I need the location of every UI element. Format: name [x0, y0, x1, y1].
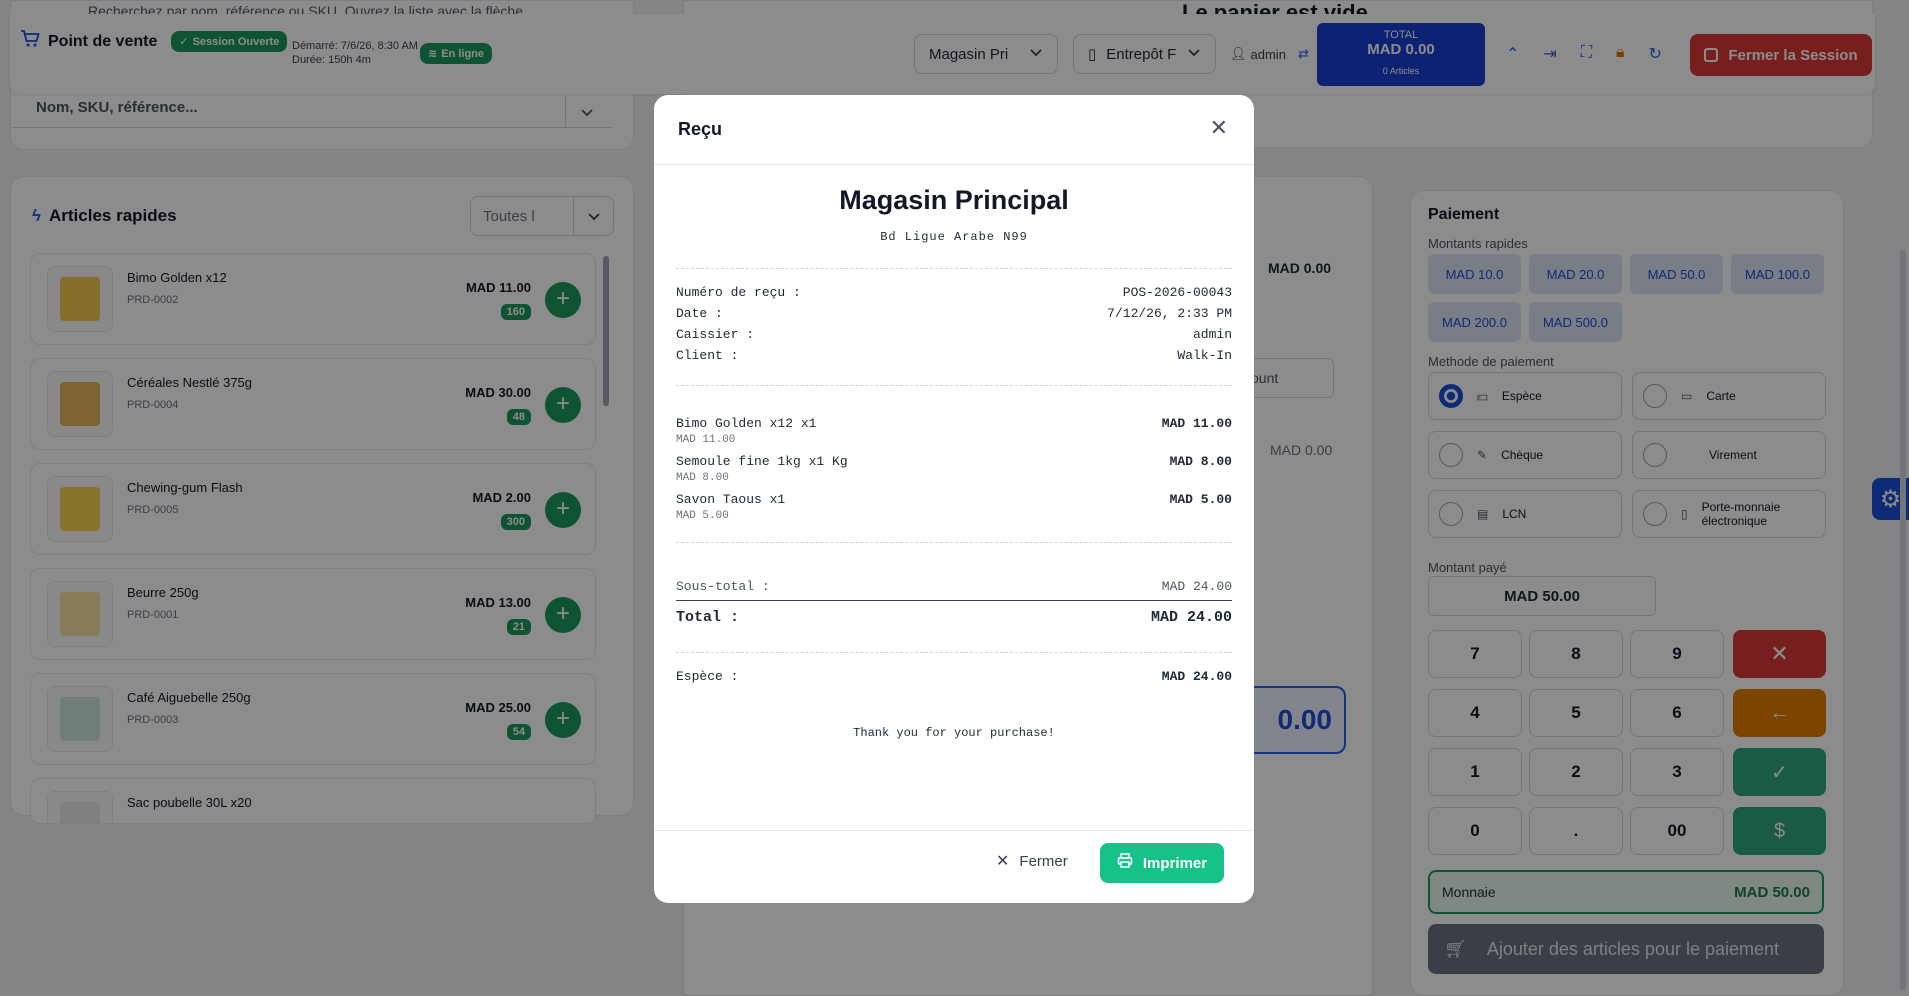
close-icon[interactable]: ✕ — [1210, 115, 1228, 141]
total-label: Total : — [676, 609, 740, 626]
receipt-payment: Espèce : MAD 24.00 — [676, 669, 1232, 684]
receipt-modal: Reçu ✕ Magasin Principal Bd Ligue Arabe … — [654, 95, 1254, 903]
print-label: Imprimer — [1142, 854, 1208, 872]
receipt-subtotal: Sous-total : MAD 24.00 — [676, 579, 1232, 594]
receipt-thanks: Thank you for your purchase! — [853, 726, 1055, 740]
line-unit: MAD 11.00 — [676, 434, 736, 446]
total-value: MAD 24.00 — [1150, 609, 1232, 626]
receipt: Magasin Principal Bd Ligue Arabe N99 Num… — [676, 185, 1232, 740]
info-value: admin — [1192, 327, 1232, 342]
fermer-label: Fermer — [1019, 852, 1068, 870]
receipt-line: Semoule fine 1kg x1 Kg MAD 8.00 MAD 8.00 — [676, 454, 1232, 484]
info-value: Walk-In — [1177, 348, 1232, 363]
divider — [676, 542, 1232, 543]
receipt-line: Bimo Golden x12 x1 MAD 11.00 MAD 11.00 — [676, 416, 1232, 446]
modal-header: Reçu ✕ — [654, 95, 1254, 165]
payment-value: MAD 24.00 — [1161, 669, 1232, 684]
payment-label: Espèce : — [676, 669, 739, 684]
receipt-info-row: Caissier : admin — [676, 327, 1232, 342]
print-button[interactable]: Imprimer — [1100, 843, 1224, 883]
line-total: MAD 8.00 — [1169, 454, 1232, 469]
info-label: Date : — [676, 306, 723, 321]
receipt-total: Total : MAD 24.00 — [676, 609, 1232, 626]
total-divider — [676, 600, 1232, 601]
info-value: 7/12/26, 2:33 PM — [1107, 306, 1232, 321]
receipt-info: Numéro de reçu : POS-2026-00043 Date : 7/12… — [676, 285, 1232, 363]
subtotal-value: MAD 24.00 — [1161, 579, 1232, 594]
receipt-lines: Bimo Golden x12 x1 MAD 11.00 MAD 11.00 Semo… — [676, 416, 1232, 522]
printer-icon — [1117, 853, 1133, 873]
line-name: Semoule fine 1kg x1 Kg — [676, 454, 848, 469]
divider — [676, 652, 1232, 653]
info-label: Numéro de reçu : — [676, 285, 801, 300]
line-unit: MAD 5.00 — [676, 510, 729, 522]
info-label: Client : — [676, 348, 739, 363]
modal-footer: ✕ Fermer Imprimer — [654, 830, 1254, 903]
subtotal-label: Sous-total : — [676, 579, 770, 594]
info-label: Caissier : — [676, 327, 755, 342]
divider — [676, 385, 1232, 386]
receipt-address: Bd Ligue Arabe N99 — [880, 230, 1028, 244]
fermer-button[interactable]: ✕ Fermer — [996, 851, 1068, 871]
receipt-info-row: Numéro de reçu : POS-2026-00043 — [676, 285, 1232, 300]
line-unit: MAD 8.00 — [676, 472, 729, 484]
modal-title: Reçu — [678, 119, 723, 139]
receipt-info-row: Client : Walk-In — [676, 348, 1232, 363]
receipt-line: Savon Taous x1 MAD 5.00 MAD 5.00 — [676, 492, 1232, 522]
line-name: Bimo Golden x12 x1 — [676, 416, 817, 431]
receipt-info-row: Date : 7/12/26, 2:33 PM — [676, 306, 1232, 321]
receipt-store-name: Magasin Principal — [839, 185, 1069, 215]
divider — [676, 268, 1232, 269]
close-icon: ✕ — [996, 853, 1010, 870]
line-total: MAD 5.00 — [1169, 492, 1232, 507]
line-total: MAD 11.00 — [1161, 416, 1232, 431]
line-name: Savon Taous x1 — [676, 492, 786, 507]
info-value: POS-2026-00043 — [1122, 285, 1232, 300]
